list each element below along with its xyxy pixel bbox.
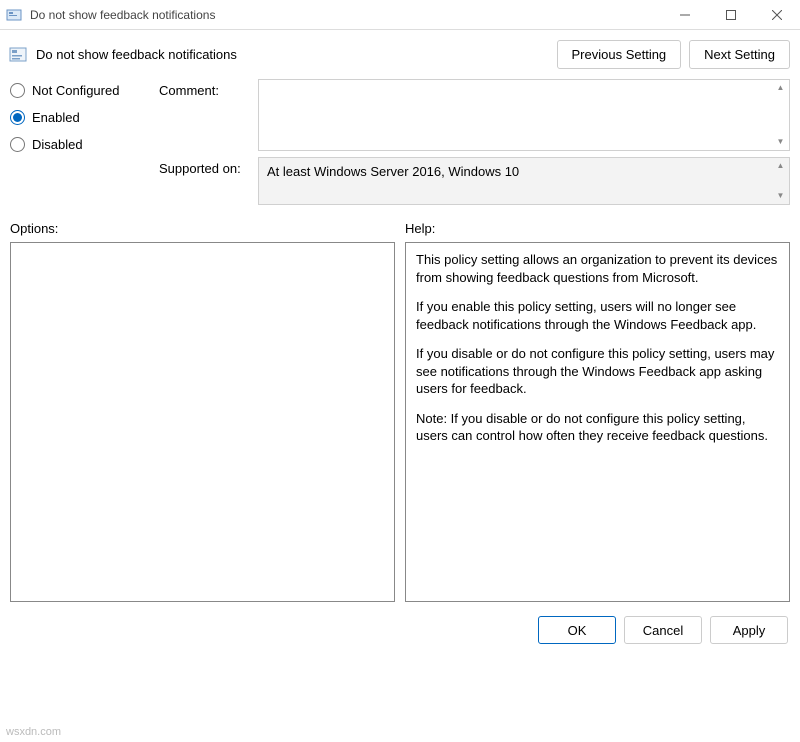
section-labels: Options: Help:	[0, 205, 800, 242]
comment-textarea[interactable]: ▲ ▼	[258, 79, 790, 151]
dialog-buttons: OK Cancel Apply	[0, 602, 800, 644]
radio-enabled-input[interactable]	[10, 110, 25, 125]
comment-scroll: ▲ ▼	[772, 80, 789, 150]
state-radio-group: Not Configured Enabled Disabled	[10, 79, 155, 205]
radio-not-configured[interactable]: Not Configured	[10, 83, 155, 98]
help-paragraph: Note: If you disable or do not configure…	[416, 410, 779, 445]
supported-on-box: At least Windows Server 2016, Windows 10…	[258, 157, 790, 205]
watermark: wsxdn.com	[6, 726, 61, 738]
scroll-up-icon[interactable]: ▲	[772, 158, 789, 174]
policy-app-icon	[6, 7, 22, 23]
cancel-button[interactable]: Cancel	[624, 616, 702, 644]
minimize-button[interactable]	[662, 0, 708, 30]
scroll-down-icon[interactable]: ▼	[772, 134, 789, 150]
next-setting-button[interactable]: Next Setting	[689, 40, 790, 69]
radio-not-configured-label: Not Configured	[32, 83, 119, 98]
window-title: Do not show feedback notifications	[30, 8, 662, 22]
radio-enabled-label: Enabled	[32, 110, 80, 125]
supported-on-value: At least Windows Server 2016, Windows 10	[267, 164, 519, 179]
help-label: Help:	[405, 221, 790, 236]
radio-disabled[interactable]: Disabled	[10, 137, 155, 152]
upper-section: Not Configured Enabled Disabled Comment:…	[0, 75, 800, 205]
scroll-down-icon[interactable]: ▼	[772, 188, 789, 204]
header-row: Do not show feedback notifications Previ…	[0, 30, 800, 75]
previous-setting-button[interactable]: Previous Setting	[557, 40, 682, 69]
policy-name: Do not show feedback notifications	[36, 47, 549, 62]
radio-disabled-label: Disabled	[32, 137, 83, 152]
maximize-button[interactable]	[708, 0, 754, 30]
comment-label: Comment:	[159, 79, 254, 151]
panes: This policy setting allows an organizati…	[0, 242, 800, 602]
apply-button[interactable]: Apply	[710, 616, 788, 644]
close-button[interactable]	[754, 0, 800, 30]
ok-button[interactable]: OK	[538, 616, 616, 644]
titlebar: Do not show feedback notifications	[0, 0, 800, 30]
supported-label: Supported on:	[159, 151, 254, 205]
help-paragraph: If you disable or do not configure this …	[416, 345, 779, 398]
scroll-up-icon[interactable]: ▲	[772, 80, 789, 96]
radio-disabled-input[interactable]	[10, 137, 25, 152]
help-paragraph: If you enable this policy setting, users…	[416, 298, 779, 333]
help-pane: This policy setting allows an organizati…	[405, 242, 790, 602]
window-controls	[662, 0, 800, 29]
help-paragraph: This policy setting allows an organizati…	[416, 251, 779, 286]
supported-scroll: ▲ ▼	[772, 158, 789, 204]
radio-enabled[interactable]: Enabled	[10, 110, 155, 125]
radio-not-configured-input[interactable]	[10, 83, 25, 98]
options-label: Options:	[10, 221, 395, 236]
options-pane[interactable]	[10, 242, 395, 602]
policy-icon	[8, 45, 28, 65]
